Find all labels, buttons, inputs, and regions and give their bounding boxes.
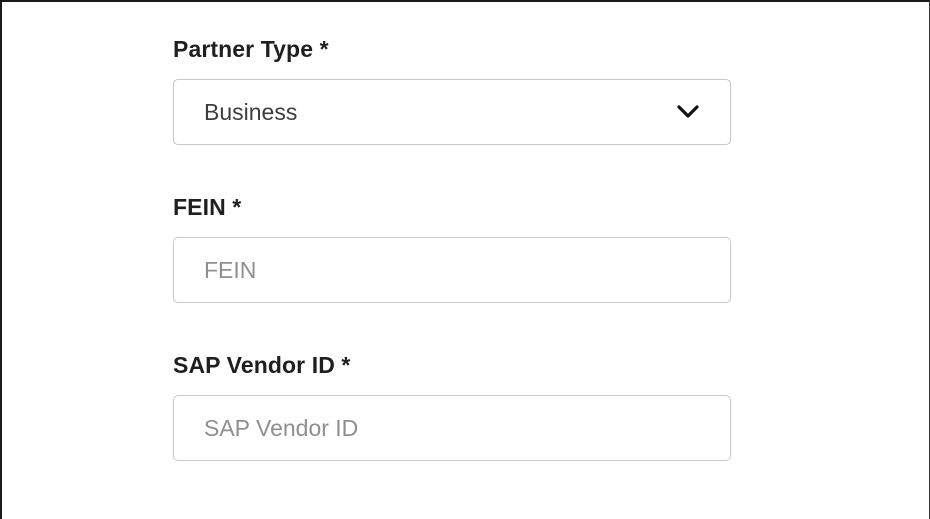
partner-type-selected-value: Business (204, 98, 298, 125)
sap-vendor-id-input[interactable]: SAP Vendor ID (173, 395, 731, 461)
partner-type-label: Partner Type * (173, 36, 329, 62)
chevron-down-icon (677, 105, 699, 118)
fein-placeholder: FEIN (204, 256, 257, 283)
fein-label: FEIN * (173, 194, 242, 220)
fein-input[interactable]: FEIN (173, 237, 731, 303)
partner-type-select[interactable]: Business (173, 79, 731, 145)
form-panel: Partner Type * Business FEIN * FEIN SAP … (0, 0, 930, 519)
sap-vendor-id-placeholder: SAP Vendor ID (204, 414, 359, 441)
sap-vendor-id-label: SAP Vendor ID * (173, 352, 351, 378)
